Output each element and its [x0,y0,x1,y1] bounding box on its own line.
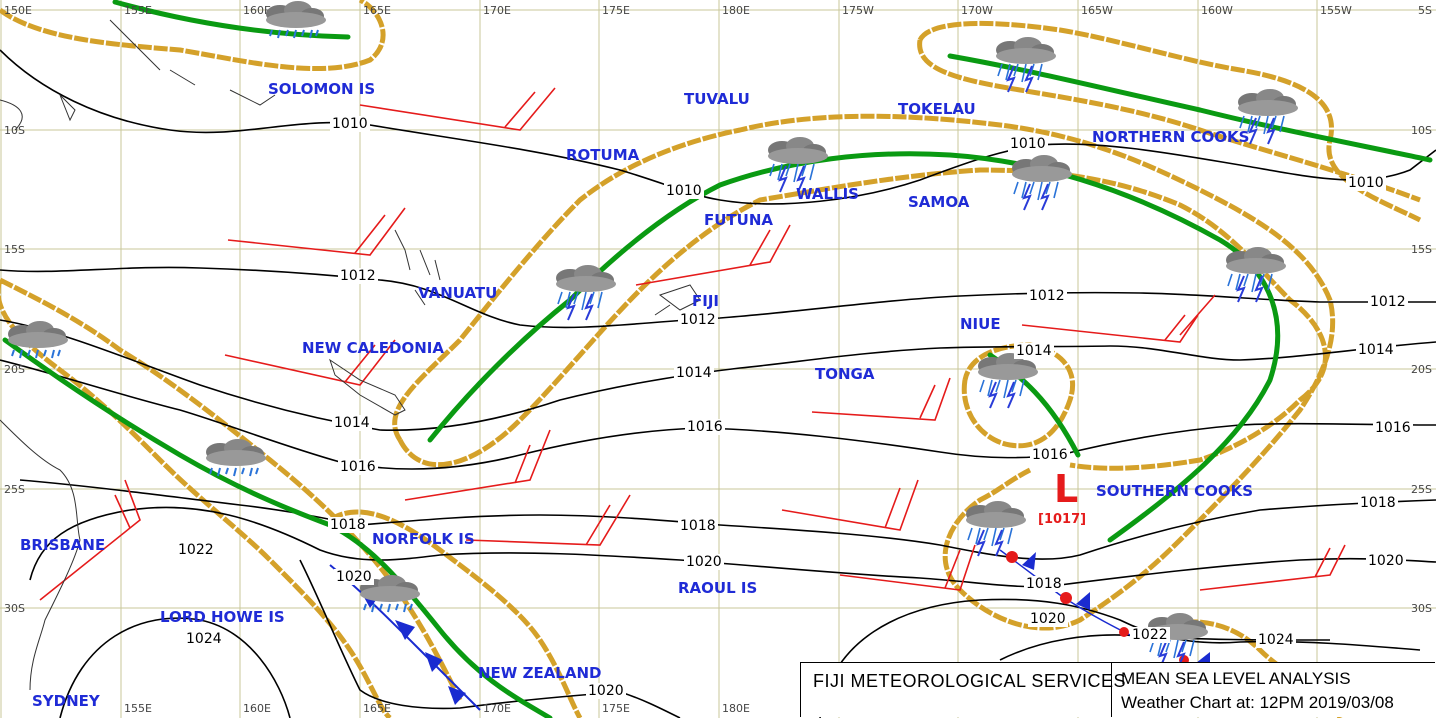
lon-label-160w: 160W [1201,4,1233,17]
lon-label-180e: 180E [722,4,750,17]
lon-label-bottom-160e: 160E [243,702,271,715]
isobar-label: 1018 [1358,495,1398,511]
place-label-solomon-is: SOLOMON IS [268,80,376,98]
thunderstorm-cloud-icon [995,36,1057,93]
lat-label-right-10s: 10S [1411,124,1432,137]
isobar-label: 1014 [1014,343,1054,359]
thunderstorm-cloud-icon [555,264,617,321]
lat-label-30s: 30S [4,602,25,615]
isobar-label: 1018 [1024,576,1064,592]
lat-label-right-15s: 15S [1411,243,1432,256]
weather-map: 150E 155E 160E 165E 170E 175E 180E 175W … [0,0,1436,718]
isobar-label: 1020 [684,554,724,570]
place-label-wallis: WALLIS [796,185,859,203]
isobar-label: 1012 [1027,288,1067,304]
isobar-label: 1012 [1368,294,1408,310]
place-label-fiji: FIJI [692,292,719,310]
isobar-label: 1014 [1356,342,1396,358]
shower-cloud-icon [205,438,267,477]
isobar-label: 1010 [664,183,704,199]
lon-label-bottom-175e: 175E [602,702,630,715]
thunderstorm-cloud-icon [965,500,1027,557]
place-label-norfolk-is: NORFOLK IS [372,530,475,548]
place-label-rotuma: ROTUMA [566,146,640,164]
isobar-label: 1010 [1008,136,1048,152]
isobar-label: 1018 [678,518,718,534]
isobar-label: 1020 [1028,611,1068,627]
lon-label-170w: 170W [961,4,993,17]
isobar-label: 1024 [1256,632,1296,648]
thunderstorm-cloud-icon [1011,154,1073,211]
place-label-vanuatu: VANUATU [418,284,498,302]
place-label-futuna: FUTUNA [704,211,774,229]
lon-label-175w: 175W [842,4,874,17]
place-label-samoa: SAMOA [908,193,970,211]
lat-label-15s: 15S [4,243,25,256]
place-label-tonga: TONGA [815,365,875,383]
lon-label-bottom-165e: 165E [363,702,391,715]
place-label-new-zealand: NEW ZEALAND [478,664,602,682]
lon-label-165e: 165E [363,4,391,17]
isobar-label: 1020 [586,683,626,699]
place-label-southern-cooks: SOUTHERN COOKS [1096,482,1254,500]
place-label-lord-howe-is: LORD HOWE IS [160,608,285,626]
place-label-niue: NIUE [960,315,1001,333]
lat-label-right-30s: 30S [1411,602,1432,615]
lon-label-155e: 155E [124,4,152,17]
shower-cloud-icon [265,0,327,39]
lon-label-170e: 170E [483,4,511,17]
lon-label-bottom-180e: 180E [722,702,750,715]
isobar-label: 1012 [678,312,718,328]
isobar-label: 1016 [1373,420,1413,436]
lon-label-165w: 165W [1081,4,1113,17]
isobar-label: 1020 [334,569,374,585]
place-label-brisbane: BRISBANE [20,536,106,554]
isobar-label: 1016 [1030,447,1070,463]
place-label-sydney: SYDNEY [32,692,100,710]
isobar-label: 1020 [1366,553,1406,569]
lat-label-10s: 10S [4,124,25,137]
isobar-label: 1014 [332,415,372,431]
lon-label-175e: 175E [602,4,630,17]
lat-label-right-25s: 25S [1411,483,1432,496]
isobar-label: 1010 [1346,175,1386,191]
chart-time: Weather Chart at: 12PM 2019/03/08 [1121,693,1394,712]
isobar-label: 1016 [685,419,725,435]
isobar-label: 1016 [338,459,378,475]
place-label-northern-cooks: NORTHERN COOKS [1092,128,1250,146]
thunderstorm-cloud-icon [977,352,1039,409]
lon-label-bottom-155e: 155E [124,702,152,715]
isobar-label: 1012 [338,268,378,284]
isobar-label: 1014 [674,365,714,381]
isobar-label: 1024 [184,631,224,647]
lat-label-right-20s: 20S [1411,363,1432,376]
agency-name: FIJI METEOROLOGICAL SERVICES [813,671,1127,691]
place-label-tuvalu: TUVALU [684,90,750,108]
lon-label-bottom-170e: 170E [483,702,511,715]
isobar-label: 1018 [328,517,368,533]
lon-label-150e: 150E [4,4,32,17]
shower-cloud-icon [7,320,69,359]
low-pressure-symbol: L [1054,467,1079,511]
isobar-label: 1010 [330,116,370,132]
lon-label-155w: 155W [1320,4,1352,17]
place-label-raoul-is: RAOUL IS [678,579,758,597]
thunderstorm-cloud-icon [1225,246,1287,303]
info-divider [1111,663,1112,717]
place-label-new-caledonia: NEW CALEDONIA [302,339,444,357]
chart-info-box: FIJI METEOROLOGICAL SERVICES MEAN SEA LE… [800,662,1435,717]
place-label-tokelau: TOKELAU [898,100,976,118]
low-pressure-value: [1017] [1038,512,1087,527]
isobar-label: 1022 [176,542,216,558]
isobar-label: 1022 [1130,627,1170,643]
chart-title: MEAN SEA LEVEL ANALYSIS [1121,669,1351,688]
lat-label-25s: 25S [4,483,25,496]
lat-label-right-5s: 5S [1418,4,1432,17]
